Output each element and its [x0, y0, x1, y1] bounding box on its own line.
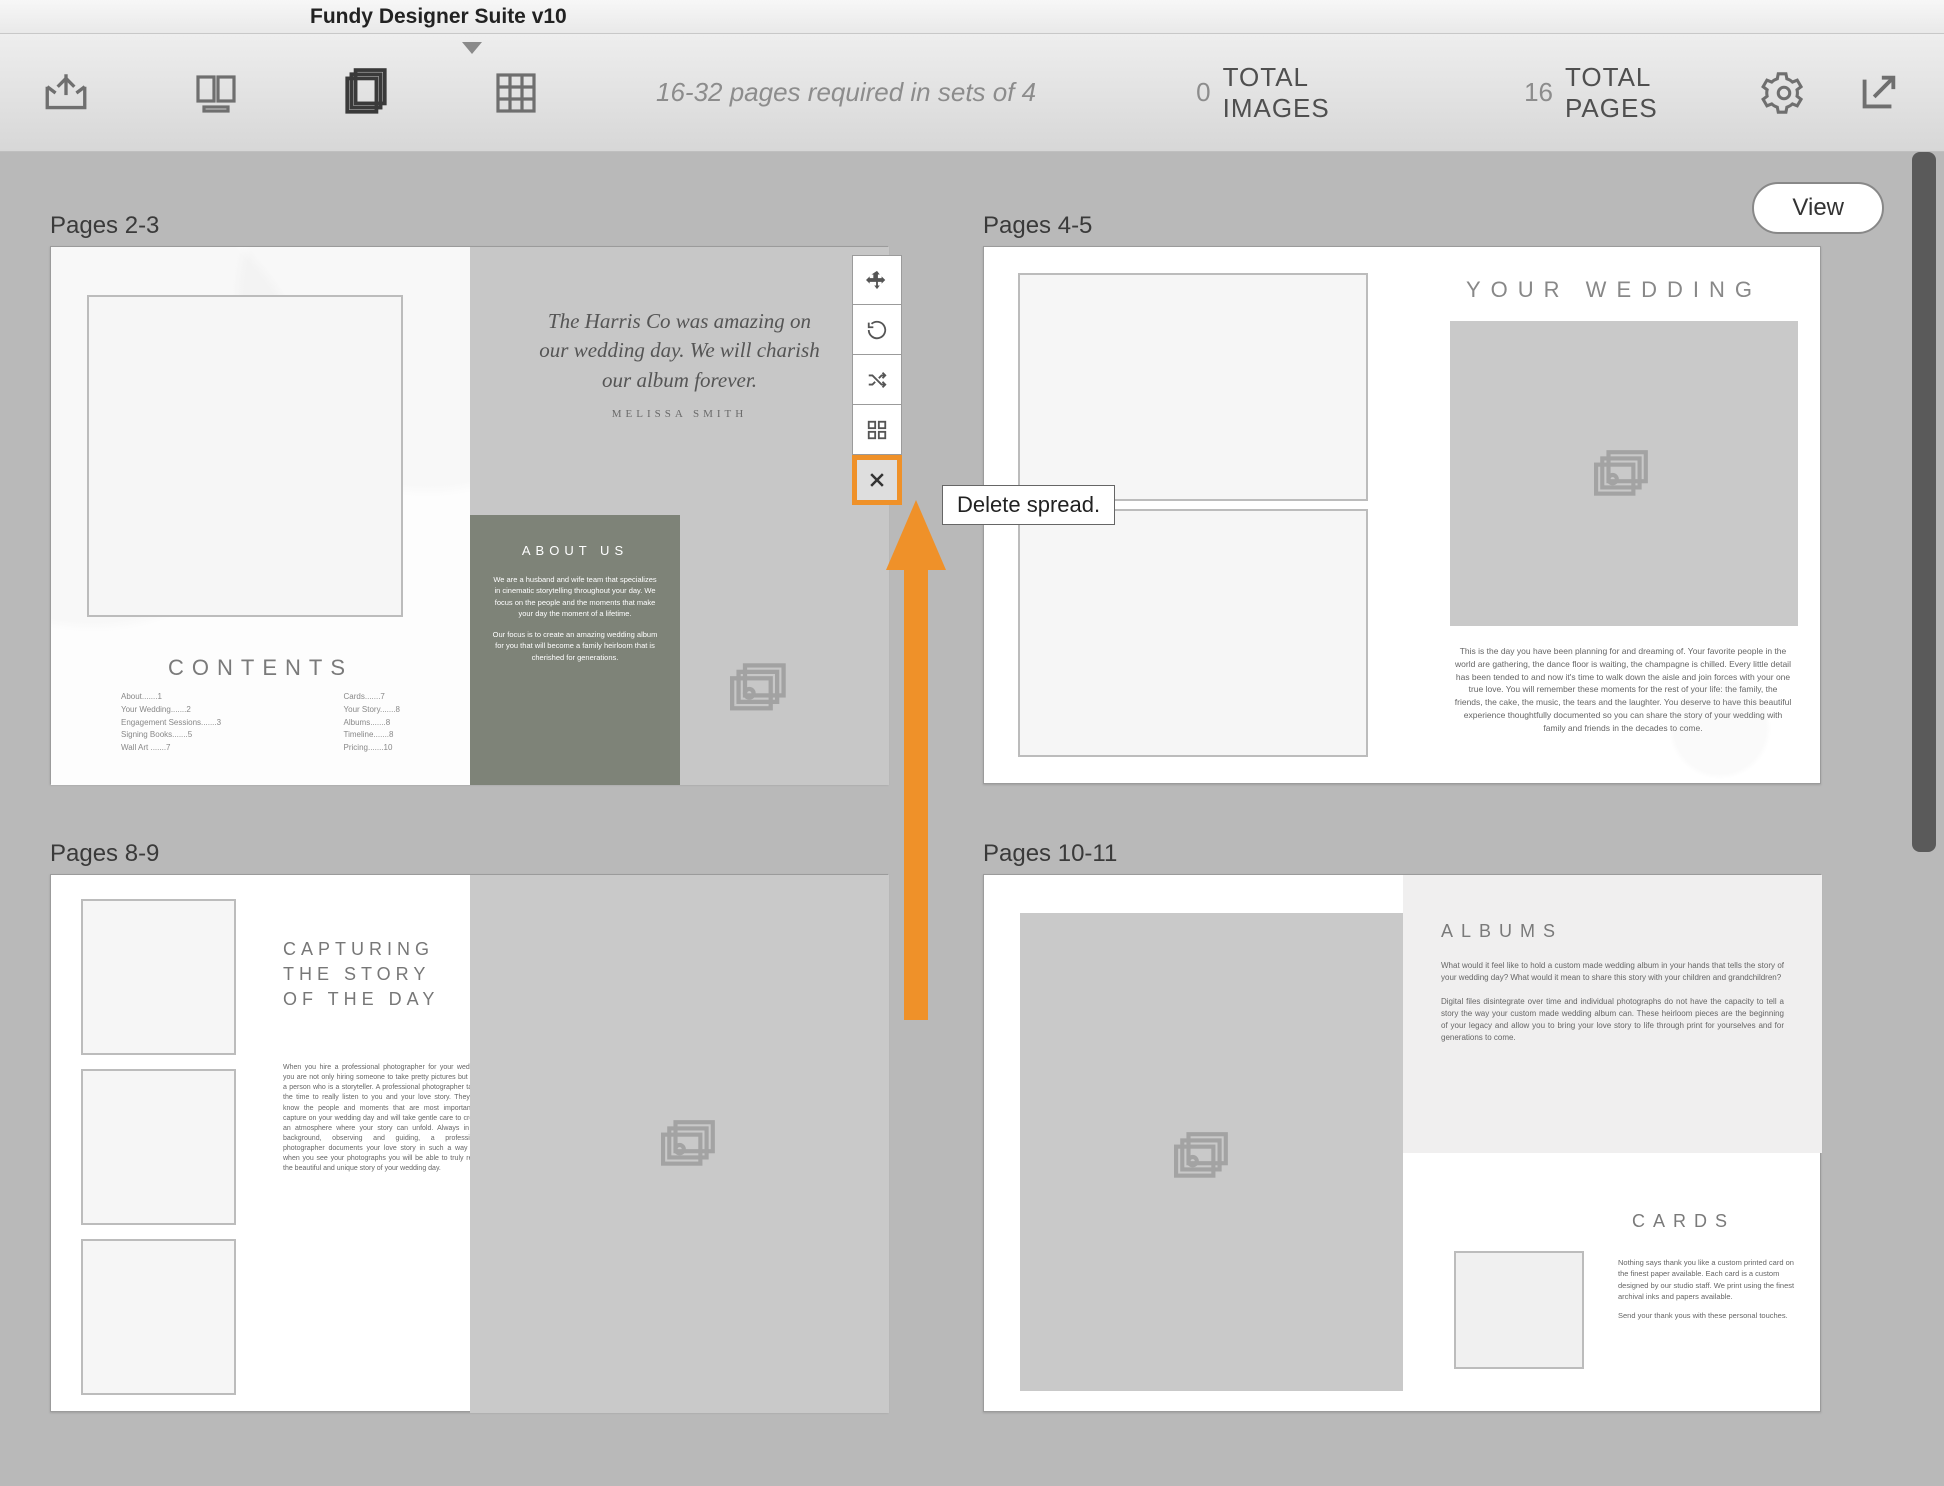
albums-section: ALBUMS What would it feel like to hold a…: [1403, 875, 1822, 1153]
image-placeholder[interactable]: [1454, 1251, 1584, 1369]
image-placeholder[interactable]: [81, 1069, 236, 1225]
cards-heading: CARDS: [1632, 1211, 1735, 1232]
image-column: [81, 899, 236, 1409]
total-images-stat: 0 TOTAL IMAGES: [1196, 62, 1336, 124]
multi-image-drop-icon[interactable]: [1174, 1131, 1232, 1183]
view-button[interactable]: View: [1752, 182, 1884, 234]
multi-image-drop-icon[interactable]: [730, 663, 790, 715]
delete-spread-button[interactable]: [852, 455, 902, 505]
total-pages-value: 16: [1524, 77, 1553, 108]
your-wedding-heading: YOUR WEDDING: [1428, 277, 1800, 303]
spread-label: Pages 8-9: [50, 840, 888, 868]
shuffle-spread-icon[interactable]: [852, 355, 902, 405]
table-of-contents: About.......1 Your Wedding.......2 Engag…: [121, 691, 400, 755]
spreads-view-icon[interactable]: [336, 63, 396, 123]
image-placeholder[interactable]: [81, 1239, 236, 1395]
capturing-heading: CAPTURING THE STORY OF THE DAY: [283, 937, 439, 1013]
page-requirement-info: 16-32 pages required in sets of 4: [656, 77, 1036, 108]
testimonial-quote: The Harris Co was amazing on our wedding…: [534, 307, 825, 423]
toolbar: 16-32 pages required in sets of 4 0 TOTA…: [0, 34, 1944, 152]
multi-image-drop-icon[interactable]: [661, 1119, 719, 1171]
multi-image-drop-icon[interactable]: [1594, 449, 1652, 501]
image-placeholder[interactable]: [81, 899, 236, 1055]
spread-label: Pages 4-5: [983, 212, 1821, 240]
grid-layout-icon[interactable]: [852, 405, 902, 455]
image-placeholder[interactable]: [1018, 509, 1368, 757]
total-pages-label: TOTAL PAGES: [1565, 62, 1664, 124]
spread-10-11[interactable]: ALBUMS What would it feel like to hold a…: [983, 874, 1821, 1412]
layout-view-icon[interactable]: [186, 63, 246, 123]
move-spread-icon[interactable]: [852, 255, 902, 305]
floral-bg: [1620, 673, 1820, 783]
spread-controls: [852, 255, 902, 505]
titlebar: Fundy Designer Suite v10: [0, 0, 1944, 34]
spread-2-3[interactable]: CONTENTS About.......1 Your Wedding.....…: [50, 246, 888, 784]
total-images-value: 0: [1196, 77, 1210, 108]
about-us-box: ABOUT US We are a husband and wife team …: [470, 515, 680, 785]
spread-label: Pages 2-3: [50, 212, 888, 240]
annotation-arrow: [886, 500, 946, 1020]
image-placeholder[interactable]: [87, 295, 403, 617]
spread-label: Pages 10-11: [983, 840, 1821, 868]
total-images-label: TOTAL IMAGES: [1223, 62, 1336, 124]
cards-text: Nothing says thank you like a custom pri…: [1618, 1257, 1798, 1321]
toc-left: About.......1 Your Wedding.......2 Engag…: [121, 691, 221, 755]
delete-spread-tooltip: Delete spread.: [942, 485, 1115, 525]
export-share-icon[interactable]: [1848, 63, 1908, 123]
vertical-scrollbar[interactable]: [1912, 152, 1936, 852]
toc-right: Cards.......7 Your Story.......8 Albums.…: [344, 691, 400, 755]
import-images-icon[interactable]: [36, 63, 96, 123]
spread-8-9[interactable]: CAPTURING THE STORY OF THE DAY When you …: [50, 874, 888, 1412]
spread-grid: Pages 2-3 CONTENTS About.......1 Your We…: [50, 212, 1884, 1468]
grid-view-icon[interactable]: [486, 63, 546, 123]
app-title: Fundy Designer Suite v10: [310, 5, 567, 29]
rotate-spread-icon[interactable]: [852, 305, 902, 355]
toolbar-mode-icons: [36, 63, 546, 123]
dropdown-indicator-icon[interactable]: [462, 42, 482, 54]
toolbar-right: [1754, 63, 1908, 123]
quote-author: MELISSA SMITH: [534, 407, 825, 422]
settings-gear-icon[interactable]: [1754, 63, 1814, 123]
capturing-text: When you hire a professional photographe…: [283, 1063, 483, 1175]
image-placeholder[interactable]: [1018, 273, 1368, 501]
contents-heading: CONTENTS: [51, 655, 470, 681]
total-pages-stat: 16 TOTAL PAGES: [1524, 62, 1664, 124]
